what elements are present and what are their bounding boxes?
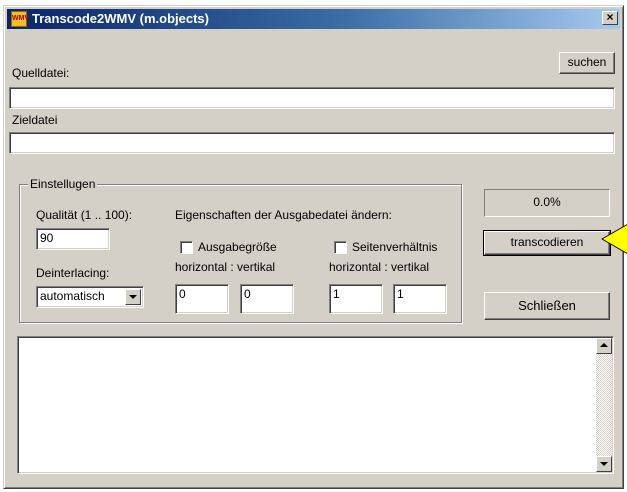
output-height-input[interactable]: 0 — [240, 284, 294, 314]
deinterlacing-value: automatisch — [40, 289, 105, 303]
quality-input[interactable]: 90 — [36, 228, 110, 250]
aspect-vertical-input[interactable]: 1 — [393, 284, 447, 314]
target-file-input[interactable] — [9, 132, 615, 154]
output-properties-label: Eigenschaften der Ausgabedatei ändern: — [175, 208, 392, 222]
window-title: Transcode2WMV (m.objects) — [32, 11, 209, 26]
aspect-horizontal-input[interactable]: 1 — [329, 284, 383, 314]
aspect-ratio-label: Seitenverhältnis — [352, 240, 438, 254]
scroll-down-button[interactable] — [596, 456, 612, 472]
output-size-axis-label: horizontal : vertikal — [175, 260, 276, 274]
aspect-ratio-checkbox[interactable] — [334, 241, 347, 254]
scroll-up-button[interactable] — [596, 338, 612, 354]
close-window-button[interactable]: × — [602, 11, 618, 25]
target-file-label: Zieldatei — [12, 113, 58, 127]
quality-label: Qualität (1 .. 100): — [36, 208, 133, 222]
deinterlacing-select[interactable]: automatisch — [36, 286, 144, 308]
source-file-label: Quelldatei: — [12, 66, 70, 80]
output-size-label: Ausgabegröße — [198, 240, 277, 254]
log-output[interactable] — [17, 336, 614, 474]
pointer-arrow-icon — [601, 223, 627, 255]
chevron-down-icon — [129, 295, 137, 299]
source-file-input[interactable] — [9, 87, 615, 109]
progress-indicator: 0.0% — [484, 189, 610, 217]
close-button[interactable]: Schließen — [484, 292, 610, 320]
aspect-ratio-axis-label: horizontal : vertikal — [329, 260, 430, 274]
log-scrollbar[interactable] — [596, 338, 612, 472]
dropdown-button[interactable] — [125, 289, 141, 305]
browse-button[interactable]: suchen — [559, 52, 615, 74]
app-icon: WMV — [11, 11, 29, 27]
transcode-window: WMV Transcode2WMV (m.objects) × Quelldat… — [3, 5, 624, 489]
settings-group-title: Einstellugen — [28, 177, 98, 191]
transcode-button[interactable]: transcodieren — [483, 230, 611, 256]
chevron-up-icon — [600, 343, 608, 347]
output-size-checkbox[interactable] — [180, 241, 193, 254]
deinterlacing-label: Deinterlacing: — [36, 266, 110, 280]
output-width-input[interactable]: 0 — [175, 284, 229, 314]
title-bar[interactable]: WMV Transcode2WMV (m.objects) × — [7, 9, 620, 29]
chevron-down-icon — [600, 462, 608, 466]
